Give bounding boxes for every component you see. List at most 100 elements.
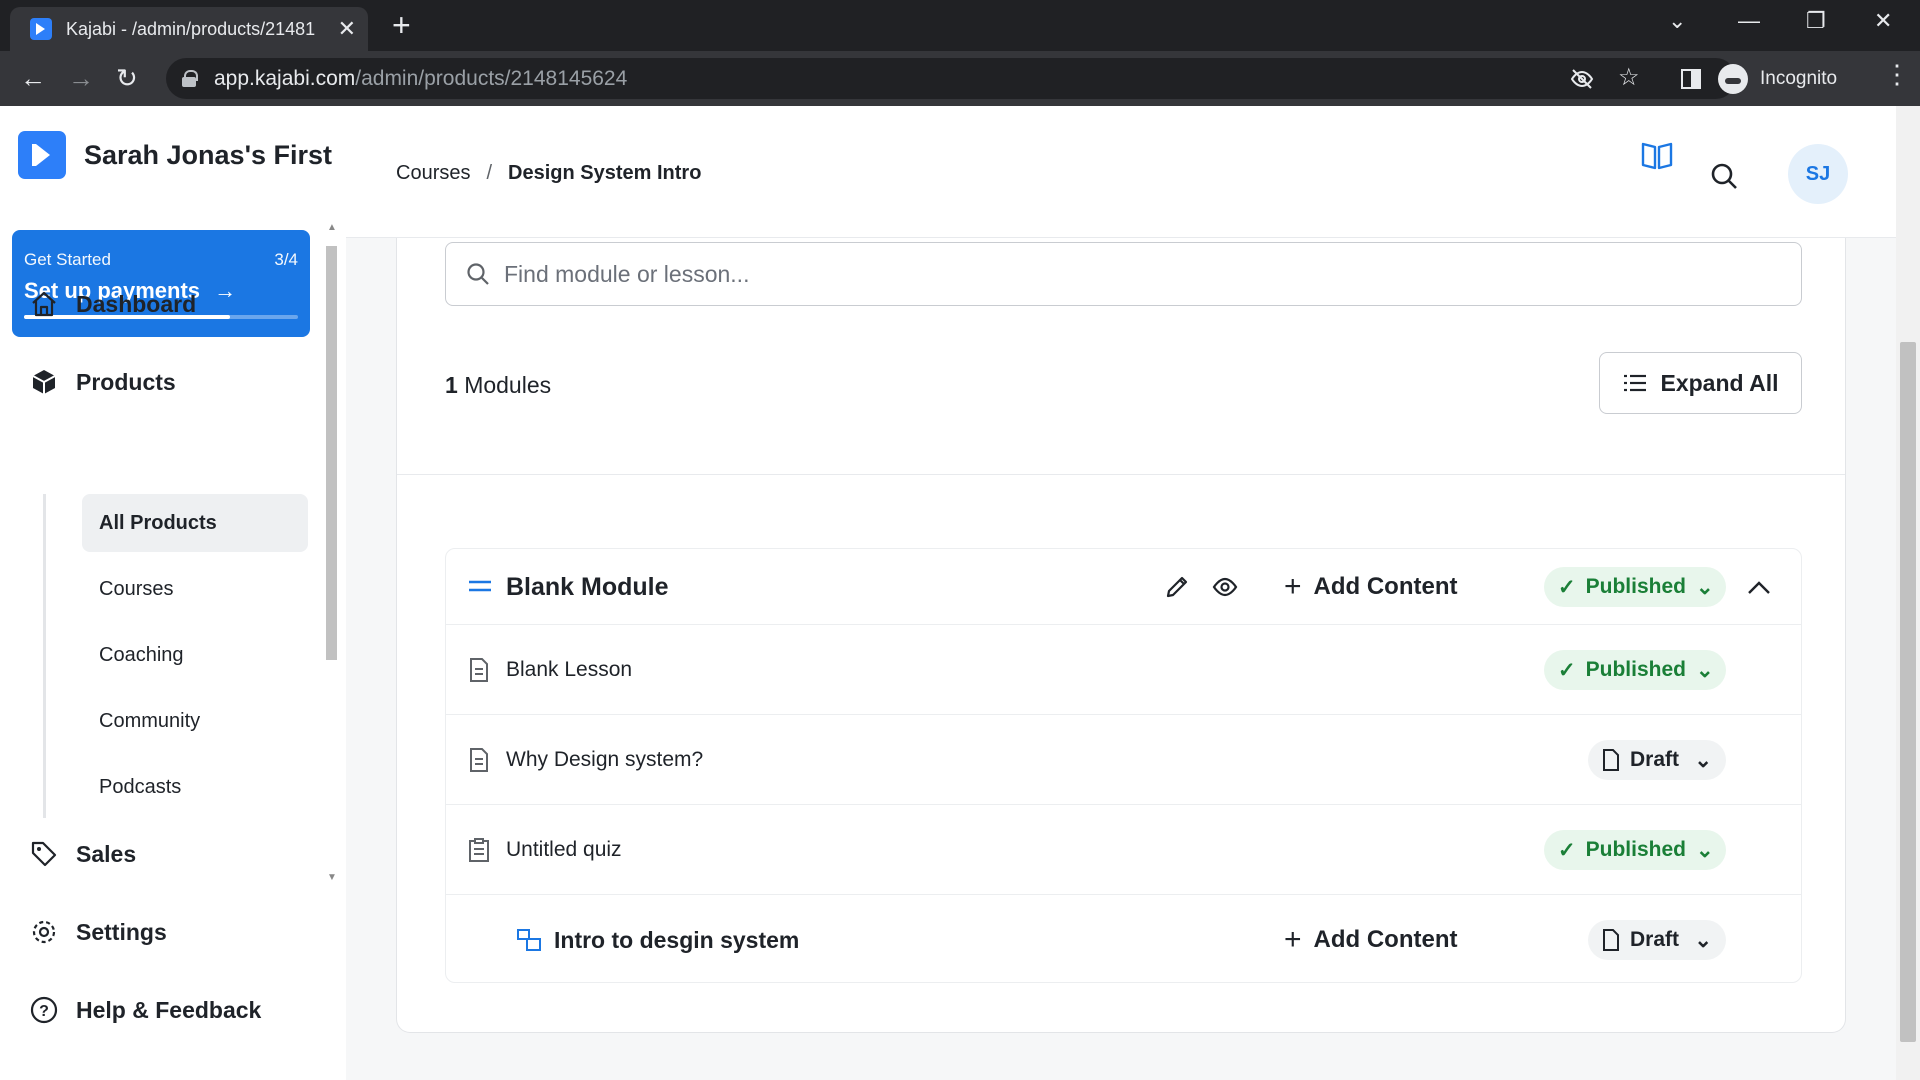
- sidebar: Sarah Jonas's First Get Started 3/4 Set …: [0, 106, 346, 1080]
- chevron-up-icon[interactable]: [1746, 577, 1772, 597]
- sidebar-item-settings[interactable]: Settings: [30, 918, 167, 946]
- forward-icon[interactable]: →: [68, 61, 94, 95]
- home-icon: [32, 291, 56, 317]
- sub-nav-rail: [43, 494, 46, 818]
- chevron-down-icon: ⌄: [1695, 658, 1714, 682]
- sidebar-scrollbar[interactable]: ▲ ▼: [326, 222, 338, 883]
- sidebar-item-sales[interactable]: Sales: [30, 840, 136, 868]
- minimize-icon[interactable]: —: [1738, 8, 1760, 34]
- sidebar-label-help: Help & Feedback: [76, 996, 262, 1023]
- url-domain: app.kajabi.com: [214, 66, 356, 90]
- expand-all-button[interactable]: Expand All: [1599, 352, 1802, 414]
- restore-icon[interactable]: ❐: [1806, 8, 1826, 34]
- breadcrumb: Courses / Design System Intro: [396, 162, 701, 185]
- get-started-card[interactable]: Get Started 3/4 Set up payments →: [12, 230, 310, 337]
- eye-off-icon[interactable]: [1570, 67, 1594, 91]
- breadcrumb-courses[interactable]: Courses: [396, 162, 470, 185]
- sidebar-item-coaching[interactable]: Coaching: [82, 626, 308, 684]
- modules-count-label: Modules: [464, 372, 552, 398]
- modules-count-number: 1: [445, 372, 458, 398]
- browser-tabbar: Kajabi - /admin/products/21481 ✕ + ⌄ — ❐…: [0, 0, 1920, 51]
- new-tab-icon[interactable]: +: [392, 8, 411, 42]
- avatar[interactable]: SJ: [1788, 144, 1848, 204]
- quiz-icon: [469, 838, 489, 862]
- scroll-down-icon[interactable]: ▼: [327, 872, 337, 883]
- lesson-row[interactable]: Why Design system? Draft ⌄: [446, 715, 1801, 805]
- add-content-button[interactable]: + Add Content: [1284, 895, 1458, 985]
- lesson-status-dropdown[interactable]: Draft ⌄: [1588, 740, 1726, 780]
- tag-icon: [31, 841, 57, 867]
- sidebar-item-help[interactable]: ? Help & Feedback: [30, 996, 261, 1024]
- submodule-row[interactable]: Intro to desgin system + Add Content Dra…: [446, 895, 1801, 985]
- page-header: Courses / Design System Intro SJ: [346, 106, 1896, 238]
- sidebar-label-settings: Settings: [76, 918, 167, 945]
- side-panel-icon[interactable]: [1680, 68, 1702, 90]
- sidebar-item-podcasts[interactable]: Podcasts: [82, 758, 308, 816]
- divider: [397, 474, 1845, 475]
- search-input[interactable]: [504, 260, 1801, 288]
- lesson-row[interactable]: Untitled quiz ✓ Published ⌄: [446, 805, 1801, 895]
- submodule-title[interactable]: Intro to desgin system: [554, 895, 799, 985]
- browser-menu-icon[interactable]: ⋮: [1884, 59, 1910, 90]
- status-label: Draft: [1630, 748, 1680, 771]
- lesson-status-dropdown[interactable]: ✓ Published ⌄: [1544, 650, 1726, 690]
- page-scrollbar[interactable]: [1896, 106, 1920, 1080]
- bookmark-star-icon[interactable]: ☆: [1618, 63, 1640, 92]
- page-scroll-thumb[interactable]: [1900, 342, 1916, 1042]
- lock-icon: [182, 70, 198, 87]
- lesson-title[interactable]: Blank Lesson: [506, 625, 632, 715]
- incognito-indicator[interactable]: Incognito: [1718, 58, 1837, 99]
- chevron-down-icon: ⌄: [1694, 928, 1712, 952]
- reload-icon[interactable]: ↻: [116, 61, 138, 95]
- scroll-up-icon[interactable]: ▲: [327, 222, 337, 233]
- address-bar[interactable]: app.kajabi.com/admin/products/2148145624…: [166, 58, 1736, 99]
- sidebar-item-dashboard[interactable]: Dashboard: [30, 290, 196, 318]
- search-field[interactable]: [445, 242, 1802, 306]
- plus-icon: +: [1284, 570, 1302, 603]
- drag-handle-icon[interactable]: [468, 577, 492, 595]
- sidebar-item-courses[interactable]: Courses: [82, 560, 308, 618]
- check-icon: ✓: [1558, 575, 1576, 599]
- url-path: /admin/products/2148145624: [355, 66, 628, 90]
- lesson-status-dropdown[interactable]: ✓ Published ⌄: [1544, 830, 1726, 870]
- back-icon[interactable]: ←: [20, 61, 46, 95]
- arrow-right-icon: →: [214, 278, 237, 303]
- status-label: Published: [1585, 658, 1686, 681]
- browser-tab[interactable]: Kajabi - /admin/products/21481 ✕: [10, 7, 368, 51]
- module-title[interactable]: Blank Module: [506, 549, 669, 625]
- status-label: Published: [1585, 575, 1686, 598]
- lesson-row[interactable]: Blank Lesson ✓ Published ⌄: [446, 625, 1801, 715]
- module-status-dropdown[interactable]: ✓ Published ⌄: [1544, 567, 1726, 607]
- list-icon: [1623, 374, 1646, 392]
- sidebar-item-community[interactable]: Community: [82, 692, 308, 750]
- chevron-down-icon: ⌄: [1695, 838, 1714, 862]
- lesson-title[interactable]: Why Design system?: [506, 715, 703, 805]
- tab-search-icon[interactable]: ⌄: [1668, 8, 1686, 34]
- sidebar-scroll-thumb[interactable]: [326, 246, 337, 660]
- module-block: Blank Module + Add Content ✓ Published ⌄…: [445, 548, 1802, 983]
- close-window-icon[interactable]: ✕: [1874, 8, 1892, 34]
- add-content-button[interactable]: + Add Content: [1284, 549, 1458, 625]
- get-started-progress-text: 3/4: [274, 250, 298, 269]
- close-tab-icon[interactable]: ✕: [338, 16, 356, 42]
- svg-text:?: ?: [39, 1003, 49, 1020]
- sidebar-item-products[interactable]: Products: [30, 368, 176, 396]
- status-label: Draft: [1630, 928, 1680, 951]
- plus-icon: +: [1284, 923, 1302, 956]
- search-icon[interactable]: [1710, 162, 1738, 190]
- sidebar-label-products: Products: [76, 368, 176, 395]
- course-outline-card: 1 Modules Expand All Blank Module + Add …: [396, 238, 1846, 1033]
- submodule-status-dropdown[interactable]: Draft ⌄: [1588, 920, 1726, 960]
- sidebar-item-all-products[interactable]: All Products: [82, 494, 308, 552]
- eye-icon[interactable]: [1212, 574, 1238, 600]
- document-icon: [470, 748, 488, 772]
- book-open-icon[interactable]: [1640, 138, 1674, 172]
- modules-count: 1 Modules: [445, 372, 551, 399]
- breadcrumb-separator: /: [486, 162, 493, 184]
- browser-toolbar: ← → ↻ app.kajabi.com/admin/products/2148…: [0, 51, 1920, 106]
- pencil-icon[interactable]: [1164, 574, 1190, 600]
- module-header[interactable]: Blank Module + Add Content ✓ Published ⌄: [446, 549, 1801, 625]
- help-circle-icon: ?: [30, 996, 58, 1024]
- lesson-title[interactable]: Untitled quiz: [506, 805, 622, 895]
- brand[interactable]: Sarah Jonas's First: [18, 131, 332, 179]
